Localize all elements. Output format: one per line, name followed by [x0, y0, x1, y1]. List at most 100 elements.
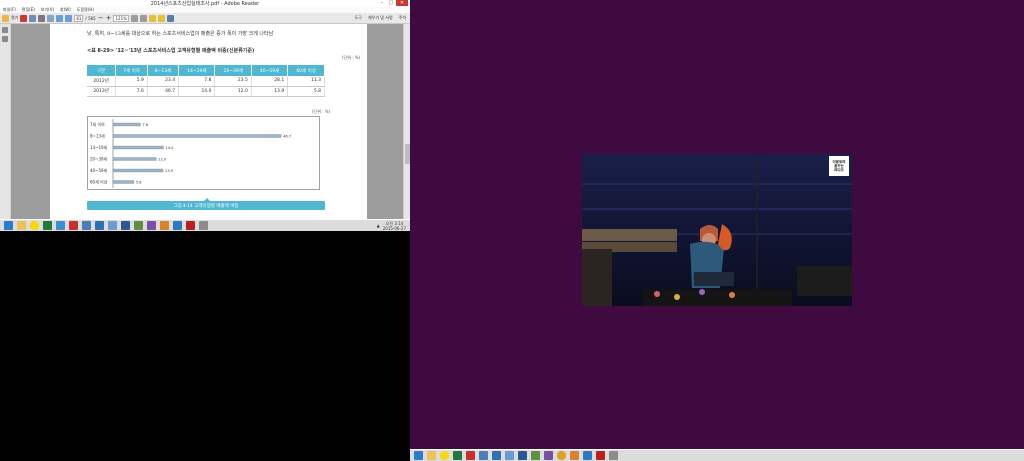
pdf-icon[interactable] — [596, 451, 605, 460]
chart-category-label: 60세 이상 — [90, 179, 108, 185]
table-header: 구분 — [87, 65, 117, 76]
save-icon[interactable] — [29, 14, 37, 22]
table-header: 60세 이상 — [287, 65, 325, 76]
pdf-page: 낮, 특히, 8~13세를 대상으로 하는 스포츠서비스업의 매출은 증가 폭이… — [50, 24, 367, 219]
filezilla-icon[interactable] — [583, 451, 592, 460]
concert-photo: 이용우의 꿈꾸는 라디오 — [582, 154, 852, 306]
table-row: 2012년 5.9 23.4 7.8 23.5 28.1 11.3 — [87, 76, 325, 87]
table-cell: 12.0 — [214, 86, 252, 97]
zoom-in-icon[interactable]: + — [106, 14, 112, 22]
chart-value-label: 13.9 — [165, 169, 174, 173]
photo-icon[interactable] — [134, 221, 143, 230]
fill-sign-pane-button[interactable]: 채우기 및 서명 — [368, 15, 393, 21]
chart-bar — [112, 168, 164, 173]
filezilla-icon[interactable] — [173, 221, 182, 230]
window-titlebar[interactable]: 2014년스포츠산업실태조사.pdf - Adobe Reader – □ ✕ — [0, 0, 410, 7]
highlight-icon[interactable] — [157, 14, 165, 22]
photo-icon[interactable] — [531, 451, 540, 460]
media-icon[interactable] — [479, 451, 488, 460]
intro-text: 낮, 특히, 8~13세를 대상으로 하는 스포츠서비스업의 매출은 증가 폭이… — [87, 31, 274, 37]
fit-page-icon[interactable] — [130, 14, 138, 22]
vertical-scrollbar[interactable] — [403, 24, 410, 219]
chart-category-label: 8~13세 — [90, 133, 105, 139]
maximize-button[interactable]: □ — [387, 0, 395, 6]
app-icon[interactable] — [147, 221, 156, 230]
fit-width-icon[interactable] — [139, 14, 147, 22]
chart-bar — [112, 180, 135, 184]
page-thumbnails-icon[interactable] — [2, 27, 8, 33]
onenote-icon[interactable] — [570, 451, 579, 460]
navigation-rail — [0, 24, 11, 219]
table-row: 2013년 7.6 46.7 14.0 12.0 13.9 5.8 — [87, 86, 325, 97]
table-cell: 11.3 — [287, 76, 325, 87]
open-folder-icon[interactable] — [2, 14, 9, 22]
media-icon[interactable] — [82, 221, 91, 230]
network-icon[interactable] — [108, 221, 117, 230]
table-cell: 14.0 — [178, 86, 216, 97]
reader-toolbar: 열기 81 / 565 − + 121% 도구 채우기 및 서명 주석 — [0, 13, 410, 24]
table-cell: 28.1 — [251, 76, 289, 87]
table-header: 8~13세 — [147, 65, 180, 76]
print-icon[interactable] — [38, 14, 46, 22]
document-view[interactable]: 낮, 특히, 8~13세를 대상으로 하는 스포츠서비스업의 매출은 증가 폭이… — [11, 24, 403, 219]
page-number-input[interactable]: 81 — [74, 14, 84, 22]
kakaotalk-icon[interactable] — [440, 451, 449, 460]
create-pdf-icon[interactable] — [20, 14, 28, 22]
comment-icon[interactable] — [148, 14, 156, 22]
adobe-reader-window[interactable]: 2014년스포츠산업실태조사.pdf - Adobe Reader – □ ✕ … — [0, 0, 410, 219]
attachments-icon[interactable] — [2, 36, 8, 42]
concert-photo-image — [582, 154, 852, 306]
clock[interactable]: 오전 3:14 2015-06-27 — [383, 221, 406, 231]
left-screen: 2014년스포츠산업실태조사.pdf - Adobe Reader – □ ✕ … — [0, 0, 410, 461]
pdf-icon[interactable] — [186, 221, 195, 230]
right-taskbar — [410, 449, 1024, 461]
zoom-out-icon[interactable]: − — [98, 14, 104, 22]
kakaotalk-icon[interactable] — [30, 221, 39, 230]
bar-chart-frame: 7세 이하 7.6 8~13세 46.7 14~19세 14.0 20~39세 12.0 40~… — [87, 116, 320, 190]
ie-icon[interactable] — [95, 221, 104, 230]
windows-icon[interactable] — [414, 451, 423, 460]
close-button[interactable]: ✕ — [396, 0, 408, 6]
powerpoint-icon[interactable] — [466, 451, 475, 460]
page-up-icon[interactable] — [56, 14, 64, 22]
chart-value-label: 14.0 — [165, 146, 174, 150]
explorer-icon[interactable] — [17, 221, 26, 230]
zoom-select[interactable]: 121% — [113, 14, 129, 22]
chrome-icon[interactable] — [557, 451, 566, 460]
table-cell: 5.8 — [287, 86, 325, 97]
open-label[interactable]: 열기 — [11, 15, 18, 21]
table-title: <표 Ⅱ-29> '12~'13년 스포츠서비스업 고객유형별 매출액 비중(신… — [87, 48, 255, 54]
window-title: 2014년스포츠산업실태조사.pdf - Adobe Reader — [150, 1, 260, 7]
sales-share-table: 구분 7세 이하 8~13세 14~19세 20~39세 40~59세 60세 … — [87, 65, 325, 97]
email-icon[interactable] — [47, 14, 55, 22]
network-tray-icon[interactable]: ▲ — [377, 223, 380, 228]
powerpoint-icon[interactable] — [69, 221, 78, 230]
acrobat-icon[interactable] — [609, 451, 618, 460]
acrobat-icon[interactable] — [199, 221, 208, 230]
settings-icon[interactable] — [121, 221, 130, 230]
radio-logo-badge: 이용우의 꿈꾸는 라디오 — [832, 160, 846, 172]
app-icon[interactable] — [544, 451, 553, 460]
windows-icon[interactable] — [4, 221, 13, 230]
chart-value-label: 12.0 — [158, 158, 167, 162]
tools-pane-button[interactable]: 도구 — [355, 15, 362, 21]
table-cell: 7.8 — [178, 76, 216, 87]
onenote-icon[interactable] — [160, 221, 169, 230]
right-screen: 이용우의 꿈꾸는 라디오 — [410, 0, 1024, 449]
hwp-icon[interactable] — [56, 221, 65, 230]
table-unit-label: (단위 : %) — [342, 55, 361, 60]
minimize-button[interactable]: – — [378, 0, 386, 6]
page-down-icon[interactable] — [65, 14, 73, 22]
comment-pane-button[interactable]: 주석 — [399, 15, 406, 21]
explorer-icon[interactable] — [427, 451, 436, 460]
settings-icon[interactable] — [518, 451, 527, 460]
sign-icon[interactable] — [166, 14, 174, 22]
excel-icon[interactable] — [43, 221, 52, 230]
chart-bar — [112, 134, 282, 138]
ie-icon[interactable] — [492, 451, 501, 460]
network-icon[interactable] — [505, 451, 514, 460]
chart-category-label: 14~19세 — [90, 144, 108, 150]
table-cell: 7.6 — [115, 86, 148, 97]
table-header: 7세 이하 — [115, 65, 148, 76]
excel-icon[interactable] — [453, 451, 462, 460]
